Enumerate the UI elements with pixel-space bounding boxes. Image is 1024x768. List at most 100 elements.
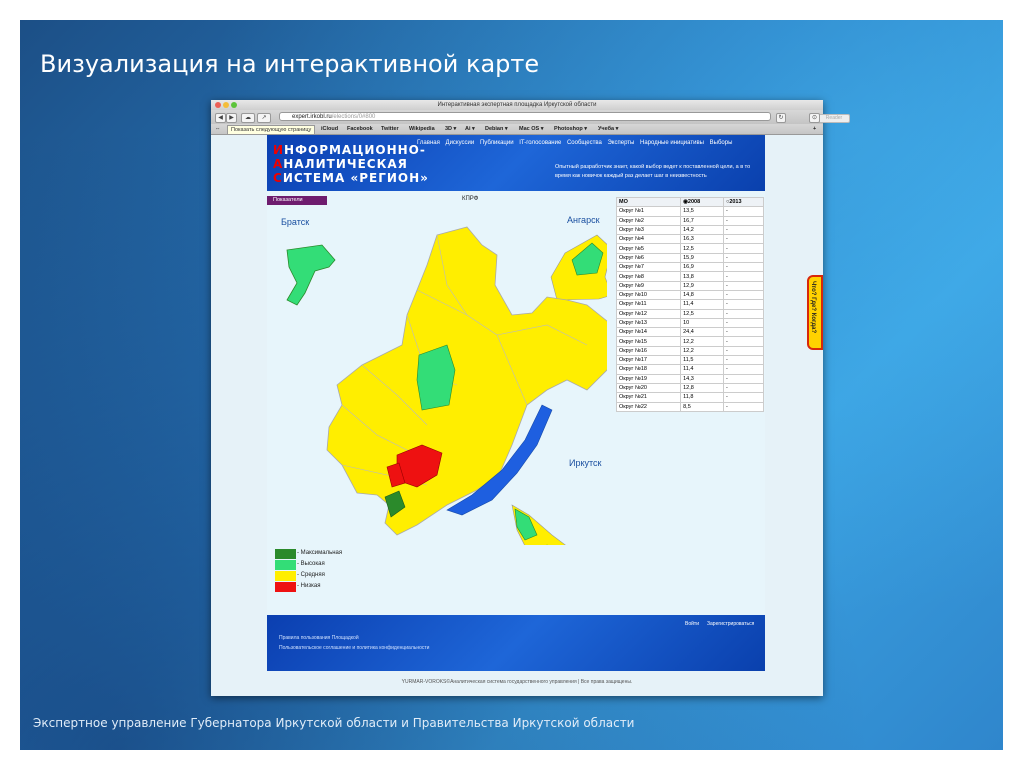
icloud-tabs-button[interactable]: ☁ [241, 113, 255, 123]
back-button[interactable]: ◀ [215, 113, 226, 123]
table-row[interactable]: Округ №10 14,8- [615, 289, 765, 301]
district-name-cell: Округ №16 [615, 345, 682, 357]
table-row[interactable]: Округ №12 12,5- [615, 308, 765, 319]
table-row[interactable]: Округ №4 16,3- [615, 234, 765, 245]
bookmark-item[interactable]: Учеба ▾ [598, 124, 618, 134]
rules-link[interactable]: Правила пользования Площадкой [279, 635, 359, 641]
table-row[interactable]: Округ №17 11,5- [615, 355, 765, 366]
logo-line[interactable]: СИСТЕМА «РЕГИОН» [273, 171, 429, 185]
table-row[interactable]: Округ №11 11,4- [615, 299, 765, 310]
nav-experts[interactable]: Эксперты [607, 140, 634, 146]
district-name-cell: Округ №7 [615, 262, 682, 273]
table-row[interactable]: Округ №3 14,2- [615, 224, 765, 236]
bookmark-item[interactable]: Wikipedia [409, 124, 435, 134]
value-2013-cell: - [722, 382, 765, 394]
indicators-filter[interactable]: Показатели [267, 196, 327, 205]
column-header-2013[interactable]: ○2013 [722, 196, 765, 208]
district-high[interactable] [416, 344, 456, 411]
city-label-bratsk: Братск [281, 217, 310, 227]
bookmark-item[interactable]: Ai ▾ [465, 124, 475, 134]
logo-line[interactable]: ИНФОРМАЦИОННО- [273, 143, 426, 157]
table-row[interactable]: Округ №21 11,8- [615, 392, 765, 403]
register-link[interactable]: Зарегистрироваться [707, 621, 754, 627]
agreement-link[interactable]: Пользовательское соглашение и политика к… [279, 645, 429, 651]
add-tab-icon[interactable]: + [813, 124, 816, 134]
bookmark-item[interactable]: Debian ▾ [485, 124, 508, 134]
reload-icon[interactable]: ↻ [776, 113, 786, 123]
bookmark-item[interactable]: Facebook [347, 124, 373, 134]
table-row[interactable]: Округ №16 12,2- [615, 345, 765, 357]
bookmarks-bar: ⇔ Показать следующую страницу iCloud Fac… [211, 124, 823, 135]
value-2013-cell: - [722, 234, 765, 245]
value-2008-cell: 14,8 [680, 289, 724, 301]
nav-publications[interactable]: Публикации [480, 140, 514, 146]
site-footer: Войти Зарегистрироваться Правила пользов… [267, 615, 765, 671]
slide-title: Визуализация на интерактивной карте [40, 50, 540, 78]
value-2008-cell: 14,2 [680, 224, 724, 236]
district-name-cell: Округ №1 [615, 206, 682, 217]
table-row[interactable]: Округ №13 10- [615, 317, 765, 329]
district-name-cell: Округ №13 [615, 317, 682, 329]
minimize-window-button[interactable] [223, 102, 229, 108]
show-all-bookmarks-icon[interactable]: ⇔ [215, 124, 221, 134]
table-row[interactable]: Округ №20 12,8- [615, 382, 765, 394]
table-row[interactable]: Округ №2 16,7- [615, 215, 765, 226]
downloads-button[interactable]: ⊙ [809, 113, 820, 123]
legend-swatch [275, 549, 296, 559]
logo-text: ИСТЕМА «РЕГИОН» [282, 171, 429, 185]
nav-initiatives[interactable]: Народные инициативы [640, 140, 704, 146]
value-2013-cell: - [722, 215, 765, 226]
table-row[interactable]: Округ №5 12,5- [615, 243, 765, 254]
district-name-cell: Округ №19 [615, 373, 682, 384]
table-row[interactable]: Округ №6 15,9- [615, 252, 765, 264]
bookmark-item[interactable]: Mac OS ▾ [519, 124, 543, 134]
district-name-cell: Округ №6 [615, 252, 682, 264]
district-name-cell: Округ №5 [615, 243, 682, 254]
share-button[interactable]: ↗ [257, 113, 271, 123]
table-row[interactable]: Округ №18 11,4- [615, 364, 765, 375]
nav-discussions[interactable]: Дискуссии [446, 140, 475, 146]
bookmark-item[interactable]: Photoshop ▾ [554, 124, 587, 134]
table-row[interactable]: Округ №22 8,5- [615, 401, 765, 412]
close-window-button[interactable] [215, 102, 221, 108]
value-2013-cell: - [722, 336, 765, 347]
table-row[interactable]: Округ №8 13,8- [615, 271, 765, 282]
table-row[interactable]: Округ №14 24,4- [615, 327, 765, 338]
bookmark-item[interactable]: iCloud [321, 124, 338, 134]
table-row[interactable]: Округ №9 12,9- [615, 280, 765, 291]
results-table: МО ◉2008 ○2013 Округ №1 13,5- Округ №2 16,7… [615, 196, 765, 412]
legend-swatch [275, 571, 296, 581]
zoom-window-button[interactable] [231, 102, 237, 108]
nav-home[interactable]: Главная [417, 140, 440, 146]
value-2008-cell: 14,3 [680, 373, 724, 384]
address-bar[interactable]: expert.irkobl.ru/elections/0#800 Reader [279, 112, 850, 123]
bookmark-item[interactable]: 3D ▾ [445, 124, 456, 134]
logo-line[interactable]: АНАЛИТИЧЕСКАЯ [273, 157, 408, 171]
table-row[interactable]: Округ №7 16,9- [615, 262, 765, 273]
district-name-cell: Округ №14 [615, 327, 682, 338]
bookmark-item[interactable]: Twitter [381, 124, 399, 134]
column-header-2008[interactable]: ◉2008 [680, 196, 724, 208]
nav-elections[interactable]: Выборы [710, 140, 733, 146]
city-label-angarsk: Ангарск [567, 215, 600, 225]
what-where-when-tab[interactable]: Что? Где? Когда? [807, 275, 823, 350]
nav-communities[interactable]: Сообщества [567, 140, 602, 146]
legend-swatch [275, 560, 296, 570]
value-2013-cell: - [722, 289, 765, 301]
bratsk-inset-map[interactable] [286, 244, 336, 306]
table-row[interactable]: Округ №1 13,5- [615, 206, 765, 217]
forward-button[interactable]: ▶ [226, 113, 237, 123]
district-name-cell: Округ №3 [615, 224, 682, 236]
slide-footer: Экспертное управление Губернатора Иркутс… [33, 716, 635, 730]
reader-button[interactable]: Reader [818, 114, 850, 123]
table-row[interactable]: Округ №19 14,3- [615, 373, 765, 384]
login-link[interactable]: Войти [685, 621, 699, 627]
table-row[interactable]: Округ №15 12,2- [615, 336, 765, 347]
nav-it-voting[interactable]: IT-голосование [519, 140, 561, 146]
url-host: expert.irkobl.ru [292, 114, 332, 120]
browser-toolbar: ◀ ▶ ☁ ↗ expert.irkobl.ru/elections/0#800… [211, 110, 850, 124]
district-name-cell: Округ №11 [615, 299, 682, 310]
value-2008-cell: 11,4 [680, 299, 724, 310]
district-name-cell: Округ №15 [615, 336, 682, 347]
logo-text: НАЛИТИЧЕСКАЯ [283, 157, 408, 171]
